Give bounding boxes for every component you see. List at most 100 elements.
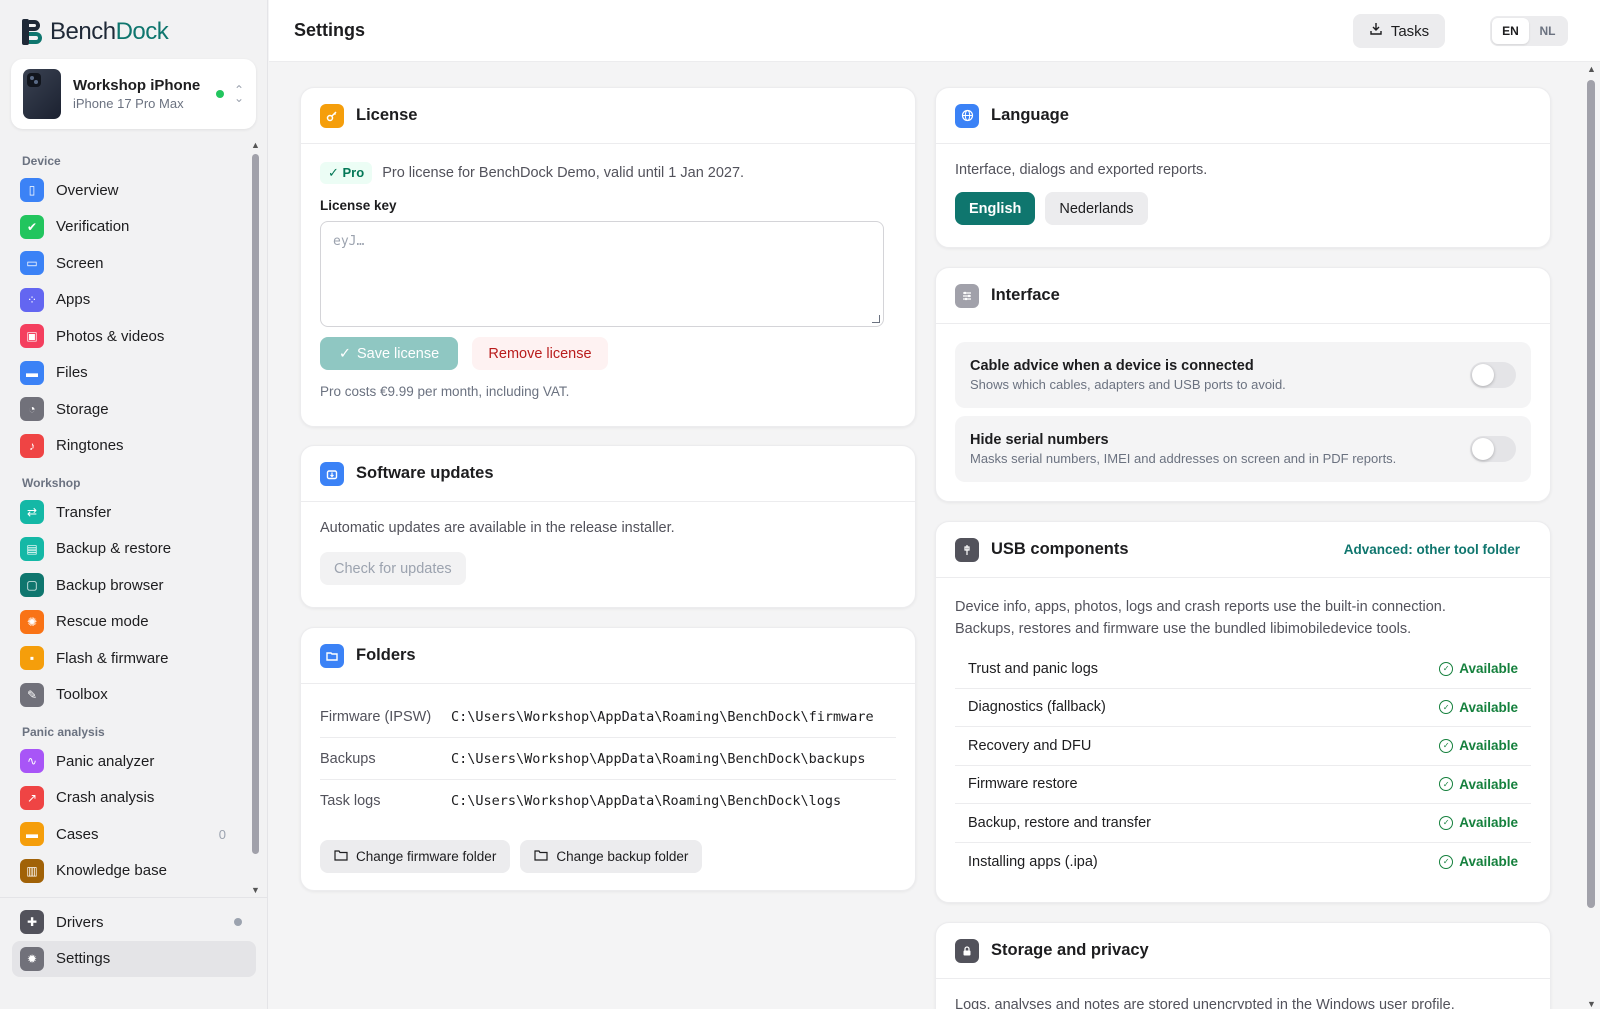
- chart-icon: ↗: [20, 785, 44, 810]
- english-button[interactable]: English: [955, 192, 1036, 225]
- sidebar-item-label: Knowledge base: [56, 862, 167, 880]
- software-updates-title: Software updates: [356, 464, 494, 482]
- update-box-icon: [320, 461, 344, 486]
- folder-path: C:\Users\Workshop\AppData\Roaming\BenchD…: [451, 793, 842, 809]
- remove-license-button[interactable]: Remove license: [472, 337, 608, 370]
- phone-icon: ▯: [20, 178, 44, 203]
- sidebar-item-backup-restore[interactable]: ▤ Backup & restore: [0, 531, 250, 568]
- pro-badge: ✓ Pro: [320, 162, 373, 184]
- logo-mark-icon: [22, 19, 42, 45]
- app-logo[interactable]: BenchDock: [22, 18, 169, 46]
- archive-icon: ▤: [20, 536, 44, 561]
- sidebar-item-label: Ringtones: [56, 437, 124, 455]
- sidebar-item-storage[interactable]: ◔ Storage: [0, 391, 250, 428]
- device-thumbnail: [23, 69, 61, 119]
- folder-icon: [320, 643, 344, 668]
- sidebar-item-label: Storage: [56, 400, 109, 418]
- check-circle-icon: ✓: [1439, 661, 1454, 676]
- scrollbar-thumb[interactable]: [252, 154, 259, 854]
- device-switcher[interactable]: Workshop iPhone iPhone 17 Pro Max ⌃ ⌄: [11, 59, 256, 129]
- lock-icon: [955, 938, 979, 963]
- book-icon: ▥: [20, 858, 44, 883]
- sidebar-item-label: Toolbox: [56, 686, 108, 704]
- component-name: Trust and panic logs: [968, 660, 1099, 677]
- sidebar-item-settings[interactable]: ✹ Settings: [12, 940, 256, 977]
- license-key-input[interactable]: eyJ…: [320, 221, 884, 327]
- nav-section-heading: Workshop: [22, 476, 81, 490]
- usb-components-title: USB components: [991, 540, 1129, 558]
- scroll-up-icon[interactable]: ▲: [1587, 64, 1596, 74]
- sidebar-nav: Device ▯ Overview ✔ Verification ▭ Screen ⁘ Apps…: [0, 144, 250, 896]
- sidebar-item-label: Verification: [56, 218, 130, 236]
- check-updates-button[interactable]: Check for updates: [320, 552, 466, 585]
- license-card: License ✓ Pro Pro license for BenchDock …: [300, 87, 916, 427]
- price-note: Pro costs €9.99 per month, including VAT…: [320, 384, 570, 399]
- language-switch[interactable]: EN NL: [1490, 16, 1568, 46]
- check-circle-icon: ✓: [1439, 700, 1454, 715]
- component-name: Diagnostics (fallback): [968, 699, 1106, 716]
- globe-icon: [955, 103, 979, 128]
- tasks-button[interactable]: Tasks: [1353, 14, 1445, 48]
- sidebar-item-flash-firmware[interactable]: ▪ Flash & firmware: [0, 640, 250, 677]
- sidebar-item-crash-analysis[interactable]: ↗ Crash analysis: [0, 780, 250, 817]
- photo-icon: ▣: [20, 324, 44, 349]
- check-circle-icon: ✓: [1439, 815, 1454, 830]
- sidebar-scrollbar[interactable]: ▲ ▼: [250, 140, 261, 895]
- nav-section-heading: Panic analysis: [22, 725, 105, 739]
- sidebar-item-label: Overview: [56, 181, 119, 199]
- sidebar-item-label: Backup & restore: [56, 540, 172, 558]
- sidebar-item-backup-browser[interactable]: ▢ Backup browser: [0, 567, 250, 604]
- toggle-switch[interactable]: [1470, 362, 1516, 388]
- lang-nl-toggle[interactable]: NL: [1529, 18, 1566, 44]
- scroll-up-icon[interactable]: ▲: [251, 140, 260, 150]
- scroll-down-icon[interactable]: ▼: [1587, 999, 1596, 1009]
- sidebar-item-apps[interactable]: ⁘ Apps: [0, 282, 250, 319]
- usb-component-row: Backup, restore and transfer ✓ Available: [955, 804, 1531, 843]
- toggle-switch[interactable]: [1470, 436, 1516, 462]
- grid-icon: ⁘: [20, 287, 44, 312]
- sidebar-item-overview[interactable]: ▯ Overview: [0, 172, 250, 209]
- sidebar-item-label: Settings: [56, 950, 111, 968]
- shield-icon: ✔: [20, 214, 44, 239]
- lang-en-toggle[interactable]: EN: [1492, 18, 1529, 44]
- scroll-down-icon[interactable]: ▼: [251, 885, 260, 895]
- nav-section-heading: Device: [22, 154, 61, 168]
- sidebar-item-photos-videos[interactable]: ▣ Photos & videos: [0, 318, 250, 355]
- sidebar-item-label: Cases: [56, 825, 99, 843]
- sidebar-item-verification[interactable]: ✔ Verification: [0, 209, 250, 246]
- folder-outline-icon: [334, 849, 348, 864]
- change-backup-folder-button[interactable]: Change backup folder: [520, 840, 703, 873]
- sidebar-item-ringtones[interactable]: ♪ Ringtones: [0, 428, 250, 465]
- usb-components-card: USB components Advanced: other tool fold…: [935, 521, 1551, 903]
- folder-row: Backups C:\Users\Workshop\AppData\Roaming…: [320, 738, 896, 780]
- app-name: BenchDock: [50, 18, 169, 45]
- main-scrollbar[interactable]: ▲ ▼: [1585, 62, 1597, 1009]
- sidebar-item-screen[interactable]: ▭ Screen: [0, 245, 250, 282]
- usb-components-list: Trust and panic logs ✓ Available Diagnostic…: [955, 650, 1531, 881]
- usb-component-row: Recovery and DFU ✓ Available: [955, 727, 1531, 766]
- license-key-label: License key: [320, 198, 397, 213]
- chevron-updown-icon: ⌃ ⌄: [233, 83, 244, 105]
- folder-path: C:\Users\Workshop\AppData\Roaming\BenchD…: [451, 708, 874, 725]
- scrollbar-thumb[interactable]: [1587, 80, 1595, 908]
- sidebar-item-files[interactable]: ▬ Files: [0, 355, 250, 392]
- sidebar-item-cases[interactable]: ▬ Cases 0: [0, 816, 250, 853]
- setting-description: Shows which cables, adapters and USB por…: [970, 377, 1286, 392]
- sidebar-item-knowledge-base[interactable]: ▥ Knowledge base: [0, 853, 250, 890]
- folder-path: C:\Users\Workshop\AppData\Roaming\BenchD…: [451, 750, 866, 767]
- sidebar-item-toolbox[interactable]: ✎ Toolbox: [0, 677, 250, 714]
- sidebar-item-rescue-mode[interactable]: ✺ Rescue mode: [0, 604, 250, 641]
- sidebar-item-panic-analyzer[interactable]: ∿ Panic analyzer: [0, 743, 250, 780]
- change-firmware-folder-button[interactable]: Change firmware folder: [320, 840, 511, 873]
- sidebar-item-drivers[interactable]: ✚ Drivers: [0, 904, 268, 941]
- page-title: Settings: [294, 20, 366, 40]
- sidebar-item-transfer[interactable]: ⇄ Transfer: [0, 494, 250, 531]
- folder-row: Firmware (IPSW) C:\Users\Workshop\AppData…: [320, 696, 896, 738]
- sliders-icon: [955, 283, 979, 308]
- sidebar-item-label: Files: [56, 364, 88, 382]
- save-license-button[interactable]: ✓ Save license: [320, 337, 458, 370]
- advanced-tool-folder-link[interactable]: Advanced: other tool folder: [1344, 542, 1520, 557]
- nederlands-button[interactable]: Nederlands: [1045, 192, 1148, 225]
- sidebar-item-label: Backup browser: [56, 576, 164, 594]
- storage-privacy-title: Storage and privacy: [991, 941, 1149, 959]
